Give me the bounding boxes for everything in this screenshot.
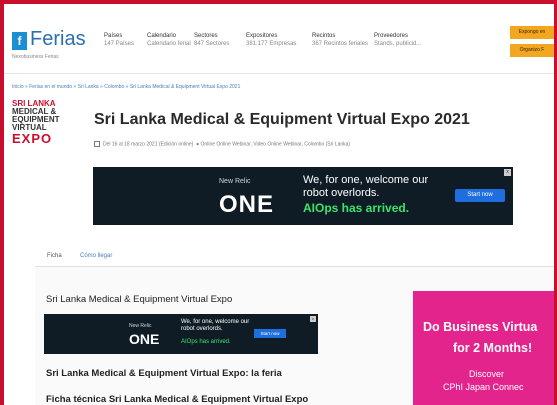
ad-tagline: AIOps has arrived. [303, 201, 410, 215]
site-header: f Ferias Nexobusiness Ferias Países 147 … [4, 4, 554, 74]
location-pin-icon: ● [196, 141, 200, 148]
nav-item-paises[interactable]: Países 147 Países [104, 32, 134, 48]
side-ad-line: Discover [469, 369, 505, 379]
breadcrumb[interactable]: Inicio » Ferias en el mundo » Sri Lanka … [12, 84, 240, 90]
nav-item-sub: 147 Países [104, 41, 135, 47]
section-heading: Ficha técnica Sri Lanka Medical & Equipm… [46, 394, 309, 405]
section-heading: Sri Lanka Medical & Equipment Virtual Ex… [46, 368, 282, 379]
organizo-button[interactable]: Organizo F [510, 44, 554, 57]
logo-icon: f [12, 32, 27, 50]
ad-brand-small: New Relic [219, 178, 251, 185]
site-logo[interactable]: f Ferias Nexobusiness Ferias [12, 28, 86, 68]
nav-item-proveedores[interactable]: Proveedores Stands, publicid... [374, 32, 421, 48]
fair-logo: SRI LANKA MEDICAL & EQUIPMENT VIRTUAL EX… [12, 100, 74, 158]
nav-item-title: Calendario [147, 33, 177, 39]
nav-item-title: Sectores [194, 33, 218, 39]
logo-text: Ferias [30, 28, 86, 50]
ad-close-icon[interactable]: x [504, 169, 511, 176]
expongo-button[interactable]: Expongo en [510, 26, 554, 39]
nav-item-expositores[interactable]: Expositores 381.177 Empresas [246, 32, 296, 48]
ad-brand-big: ONE [219, 191, 275, 218]
logo-tagline: Nexobusiness Ferias [12, 54, 59, 60]
inline-ad[interactable]: New Relic ONE We, for one, welcome our r… [44, 314, 318, 354]
tab-ficha[interactable]: Ficha [47, 253, 62, 259]
ad-brand-big: ONE [129, 331, 160, 347]
ad-message: We, for one, welcome our robot overlords… [181, 319, 250, 332]
nav-item-title: Proveedores [374, 33, 409, 39]
nav-item-calendario[interactable]: Calendario Calendario ferial [147, 32, 191, 48]
nav-item-sub: 381.177 Empresas [246, 41, 297, 47]
event-date: Del 16 al 18 marzo 2021 (Edición online) [103, 141, 194, 148]
fair-logo-line: EXPO [12, 131, 53, 146]
side-ad-line: CPhI Japan Connec [443, 382, 524, 392]
ad-brand-small: New Relic [129, 323, 152, 329]
page-title: Sri Lanka Medical & Equipment Virtual Ex… [94, 111, 470, 128]
nav-item-sub: 367 Recintos feriales [312, 41, 369, 47]
section-title: Sri Lanka Medical & Equipment Virtual Ex… [46, 294, 233, 305]
banner-ad[interactable]: New Relic ONE We, for one, welcome our r… [93, 167, 513, 225]
ad-tagline: AIOps has arrived. [181, 339, 231, 345]
sidebar-ad[interactable]: Do Business Virtua for 2 Months! Discove… [413, 291, 554, 405]
nav-item-title: Países [104, 33, 123, 39]
ad-start-button[interactable]: Start now [455, 189, 505, 202]
ad-start-button[interactable]: Start now [254, 329, 286, 338]
nav-item-sub: 847 Sectores [194, 41, 230, 47]
tab-bar: Ficha Cómo llegar [35, 245, 554, 267]
nav-item-title: Expositores [246, 33, 278, 39]
side-ad-line: for 2 Months! [453, 341, 533, 355]
nav-item-sub: Calendario ferial [147, 41, 191, 47]
nav-item-recintos[interactable]: Recintos 367 Recintos feriales [312, 32, 368, 48]
nav-item-title: Recintos [312, 33, 336, 39]
side-ad-line: Do Business Virtua [423, 320, 538, 334]
nav-item-sub: Stands, publicid... [374, 41, 422, 47]
event-location[interactable]: Online Online Webinar, Video Online Webi… [201, 141, 351, 147]
ad-close-icon[interactable]: x [310, 316, 316, 322]
ad-message: We, for one, welcome our robot overlords… [303, 174, 429, 199]
tab-como-llegar[interactable]: Cómo llegar [80, 253, 112, 259]
event-meta: Del 16 al 18 marzo 2021 (Edición online)… [94, 141, 350, 147]
nav-item-sectores[interactable]: Sectores 847 Sectores [194, 32, 229, 48]
calendar-icon [94, 141, 100, 147]
